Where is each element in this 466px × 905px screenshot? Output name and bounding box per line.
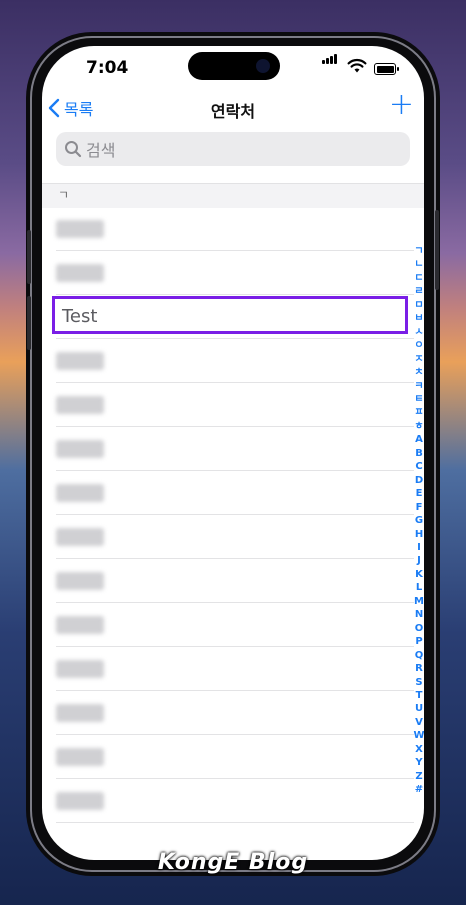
index-letter[interactable]: ㅊ <box>414 366 423 379</box>
index-letter[interactable]: U <box>415 702 423 715</box>
section-header-label: ㄱ <box>58 188 70 202</box>
index-letter[interactable]: N <box>415 608 423 621</box>
search-input[interactable]: 검색 <box>56 132 410 166</box>
blurred-name <box>56 484 104 502</box>
blurred-name <box>56 572 104 590</box>
contact-row[interactable] <box>42 427 414 471</box>
contact-row[interactable] <box>42 779 414 823</box>
contact-row[interactable] <box>42 471 414 515</box>
contact-row[interactable] <box>42 647 414 691</box>
index-letter[interactable]: ㄱ <box>414 245 423 258</box>
index-letter[interactable]: M <box>414 595 424 608</box>
index-letter[interactable]: # <box>415 783 423 796</box>
index-letter[interactable]: ㄴ <box>414 258 423 271</box>
volume-button <box>27 230 31 284</box>
contact-row[interactable] <box>42 515 414 559</box>
index-letter[interactable]: ㅂ <box>414 312 423 325</box>
contact-row[interactable] <box>42 603 414 647</box>
index-letter[interactable]: C <box>415 460 422 473</box>
contact-row[interactable] <box>42 251 414 295</box>
section-index[interactable]: ㄱㄴㄷㄹㅁㅂㅅㅇㅈㅊㅋㅌㅍㅎABCDEFGHIJKLMNOPQRSTUVWXYZ… <box>413 245 424 797</box>
index-letter[interactable]: P <box>415 635 422 648</box>
blurred-name <box>56 748 104 766</box>
section-header: ㄱ <box>42 183 424 208</box>
index-letter[interactable]: Q <box>415 649 424 662</box>
highlight-box <box>52 296 408 334</box>
index-letter[interactable]: S <box>415 676 422 689</box>
index-letter[interactable]: ㅅ <box>414 326 423 339</box>
index-letter[interactable]: I <box>417 541 421 554</box>
blurred-name <box>56 660 104 678</box>
contact-list: Test <box>42 207 414 823</box>
dynamic-island <box>188 52 280 80</box>
index-letter[interactable]: X <box>415 743 423 756</box>
index-letter[interactable]: ㄷ <box>414 272 423 285</box>
index-letter[interactable]: A <box>415 433 423 446</box>
contact-row[interactable] <box>42 207 414 251</box>
camera-icon <box>256 59 270 73</box>
contact-row[interactable] <box>42 735 414 779</box>
blurred-name <box>56 792 104 810</box>
watermark-text: KongE Blog <box>157 850 309 875</box>
navigation-bar: 목록 연락처 + <box>42 90 424 128</box>
index-letter[interactable]: G <box>415 514 423 527</box>
index-letter[interactable]: V <box>415 716 423 729</box>
index-letter[interactable]: F <box>416 501 423 514</box>
search-icon <box>65 141 82 158</box>
index-letter[interactable]: B <box>415 447 423 460</box>
status-bar: 7:04 <box>42 46 424 92</box>
battery-icon <box>374 63 399 75</box>
blurred-name <box>56 220 104 238</box>
index-letter[interactable]: ㄹ <box>414 285 423 298</box>
blurred-name <box>56 616 104 634</box>
index-letter[interactable]: ㅈ <box>414 353 423 366</box>
contact-name: Test <box>62 306 98 327</box>
blurred-name <box>56 528 104 546</box>
index-letter[interactable]: W <box>413 729 424 742</box>
blurred-name <box>56 396 104 414</box>
power-button <box>435 210 439 290</box>
index-letter[interactable]: Z <box>415 770 422 783</box>
search-placeholder: 검색 <box>86 141 116 160</box>
contact-row[interactable] <box>42 383 414 427</box>
index-letter[interactable]: ㅍ <box>414 406 423 419</box>
index-letter[interactable]: O <box>415 622 424 635</box>
index-letter[interactable]: ㅌ <box>414 393 423 406</box>
index-letter[interactable]: H <box>415 528 423 541</box>
contact-row[interactable] <box>42 339 414 383</box>
index-letter[interactable]: ㅇ <box>414 339 423 352</box>
index-letter[interactable]: Y <box>415 756 422 769</box>
index-letter[interactable]: L <box>416 581 422 594</box>
blurred-name <box>56 264 104 282</box>
status-time: 7:04 <box>86 58 129 78</box>
wifi-icon <box>347 58 367 73</box>
volume-button-2 <box>27 296 31 350</box>
contact-row[interactable] <box>42 559 414 603</box>
index-letter[interactable]: D <box>415 474 423 487</box>
index-letter[interactable]: ㅋ <box>414 380 423 393</box>
contact-row-test[interactable]: Test <box>42 295 414 339</box>
index-letter[interactable]: J <box>417 554 421 567</box>
index-letter[interactable]: ㅎ <box>414 420 423 433</box>
index-letter[interactable]: R <box>415 662 423 675</box>
index-letter[interactable]: K <box>415 568 423 581</box>
blurred-name <box>56 704 104 722</box>
index-letter[interactable]: T <box>416 689 423 702</box>
blurred-name <box>56 440 104 458</box>
index-letter[interactable]: ㅁ <box>414 299 423 312</box>
blurred-name <box>56 352 104 370</box>
index-letter[interactable]: E <box>416 487 423 500</box>
add-contact-button[interactable]: + <box>389 90 414 120</box>
page-title: 연락처 <box>210 102 256 121</box>
phone-screen: 7:04 목록 연락처 + 검색 ㄱ Test ㄱ ㄴ ㄷ ㄹ ㅁ ㅂ ㅅ ㅇ … <box>42 46 424 860</box>
contact-row[interactable] <box>42 691 414 735</box>
